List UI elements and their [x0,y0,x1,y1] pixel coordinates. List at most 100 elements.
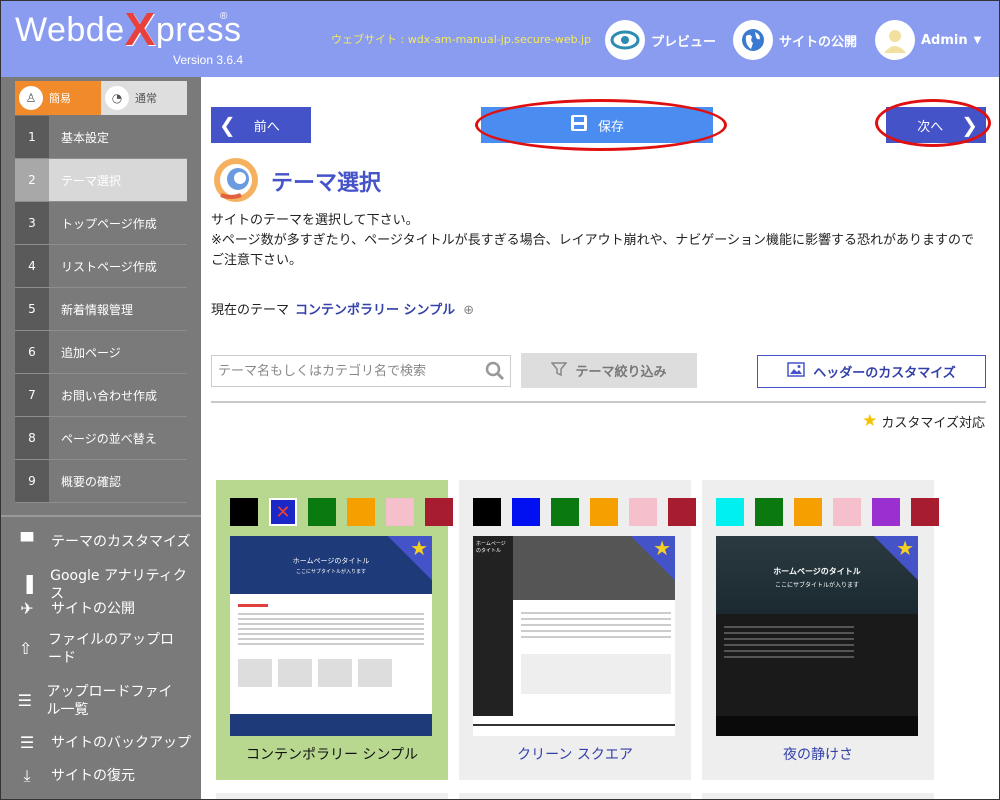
step-top-page[interactable]: 3 トップページ作成 [15,202,187,245]
tool-uploaded-files[interactable]: ☰ アップロードファイル一覧 [15,683,183,719]
user-avatar-icon [875,20,915,60]
color-swatch[interactable] [551,498,579,526]
normal-mode-tab[interactable]: ◔ 通常 [101,81,187,115]
step-number: 7 [15,374,49,416]
header-customize-button[interactable]: ヘッダーのカスタマイズ [757,355,986,388]
webdexpress-logo[interactable]: WebdeXpress ® [15,6,241,52]
theme-thumbnail: ホームページのタイトル ここにサブタイトルが入ります ★ [716,536,918,736]
step-label: ページの並べ替え [61,431,157,446]
next-button[interactable]: 次へ ❯ [886,107,986,143]
tool-label: サイトのバックアップ [51,735,191,751]
user-menu[interactable]: Admin ▼ [875,17,981,63]
step-additional-page[interactable]: 6 追加ページ [15,331,187,374]
divider [211,401,986,403]
website-url[interactable]: ウェブサイト : wdx-am-manual-jp.secure-web.jp [331,31,591,47]
color-swatch[interactable] [911,498,939,526]
tool-label: アップロードファイル一覧 [46,684,173,718]
step-theme-select[interactable]: 2 テーマ選択 [15,159,187,202]
step-list-page[interactable]: 4 リストページ作成 [15,245,187,288]
star-icon: ★ [862,411,878,431]
save-button[interactable]: 保存 [481,107,713,143]
page-title: テーマ選択 [271,171,382,196]
tool-file-upload[interactable]: ⇧ ファイルのアップロード [15,631,183,667]
color-swatch[interactable] [629,498,657,526]
step-label: トップページ作成 [61,216,157,231]
star-icon: ★ [653,536,671,560]
restore-icon: ⤓ [23,766,31,785]
step-number: 2 [15,159,49,201]
version-label: Version 3.6.4 [173,53,244,67]
search-icon[interactable] [485,361,505,385]
rocket-icon: ✈ [20,599,34,618]
tool-label: ファイルのアップロード [48,632,175,666]
step-label: 追加ページ [61,345,121,360]
step-list: 1 基本設定 2 テーマ選択 3 トップページ作成 4 リストページ作成 5 新着情報管理… [15,116,187,503]
thumb-body [230,594,432,693]
eye-icon [605,20,645,60]
app-window: WebdeXpress ® Version 3.6.4 ウェブサイト : wdx-… [0,0,1000,800]
step-number: 9 [15,460,49,502]
header-customize-label: ヘッダーのカスタマイズ [813,366,956,381]
color-swatch[interactable] [716,498,744,526]
tool-site-restore[interactable]: ⤓ サイトの復元 [15,767,135,785]
step-number: 1 [15,116,49,158]
color-swatch[interactable] [347,498,375,526]
person-icon: ♙ [19,86,43,110]
theme-card-night-quiet[interactable]: ホームページのタイトル ここにサブタイトルが入ります ★ 夜の静けさ [702,480,939,780]
color-swatch[interactable] [473,498,501,526]
easy-mode-tab[interactable]: ♙ 簡易 [15,81,101,115]
color-swatch[interactable] [425,498,453,526]
prev-button[interactable]: ❮ 前へ [211,107,311,143]
color-swatch[interactable] [794,498,822,526]
color-swatch[interactable] [755,498,783,526]
step-basic-settings[interactable]: 1 基本設定 [15,116,187,159]
theme-card-partial [216,793,448,799]
list-icon: ☰ [17,691,32,710]
tool-google-analytics[interactable]: ▐ Google アナリティクス [15,567,195,603]
preview-label: プレビュー [651,34,717,50]
tool-site-backup[interactable]: ☰ サイトのバックアップ [15,734,191,752]
theme-card-partial [702,793,934,799]
analytics-icon: ▐ [20,575,33,594]
step-news[interactable]: 5 新着情報管理 [15,288,187,331]
color-swatch-selected[interactable]: ✕ [269,498,297,526]
step-number: 3 [15,202,49,244]
color-swatch[interactable] [512,498,540,526]
color-swatch[interactable] [668,498,696,526]
current-theme: 現在のテーマ コンテンポラリー シンプル ⊕ [211,299,474,318]
theme-search-input[interactable] [211,355,511,387]
zoom-icon[interactable]: ⊕ [463,303,474,318]
top-header: WebdeXpress ® Version 3.6.4 ウェブサイト : wdx-… [1,1,999,77]
theme-card-contemporary-simple[interactable]: ✕ ホームページのタイトル ここにサブタイトルが入ります ★ コンテンポラリー … [216,480,453,780]
globe-icon [733,20,773,60]
color-swatch[interactable] [308,498,336,526]
current-theme-value[interactable]: コンテンポラリー シンプル [295,303,455,318]
step-label: 基本設定 [61,130,110,145]
sidebar-divider [1,515,201,517]
theme-card-clean-square[interactable]: ホームページのタイトル ★ クリーン スクエア [459,480,696,780]
color-swatch[interactable] [833,498,861,526]
theme-name: コンテンポラリー シンプル [245,747,419,763]
theme-name: クリーン スクエア [517,747,633,763]
step-label: お問い合わせ作成 [61,388,158,403]
publish-site-button[interactable]: サイトの公開 [733,17,857,63]
step-overview[interactable]: 9 概要の確認 [15,460,187,503]
step-page-order[interactable]: 8 ページの並べ替え [15,417,187,460]
customizable-badge: ★ [388,536,432,580]
theme-name: 夜の静けさ [783,747,853,763]
theme-filter-button[interactable]: テーマ絞り込み [521,353,697,388]
theme-thumbnail: ホームページのタイトル ★ [473,536,675,736]
floppy-disk-icon [570,114,588,136]
theme-card-partial [459,793,691,799]
color-swatch[interactable] [386,498,414,526]
upload-icon: ⇧ [18,639,33,658]
tool-label: サイトの公開 [51,601,135,617]
tool-theme-customize[interactable]: ▀ テーマのカスタマイズ [15,533,191,551]
color-swatch[interactable] [872,498,900,526]
theme-logo-icon [211,155,261,209]
tool-publish-site[interactable]: ✈ サイトの公開 [15,600,135,618]
step-contact[interactable]: 7 お問い合わせ作成 [15,374,187,417]
color-swatch[interactable] [230,498,258,526]
preview-button[interactable]: プレビュー [605,17,716,63]
color-swatch[interactable] [590,498,618,526]
